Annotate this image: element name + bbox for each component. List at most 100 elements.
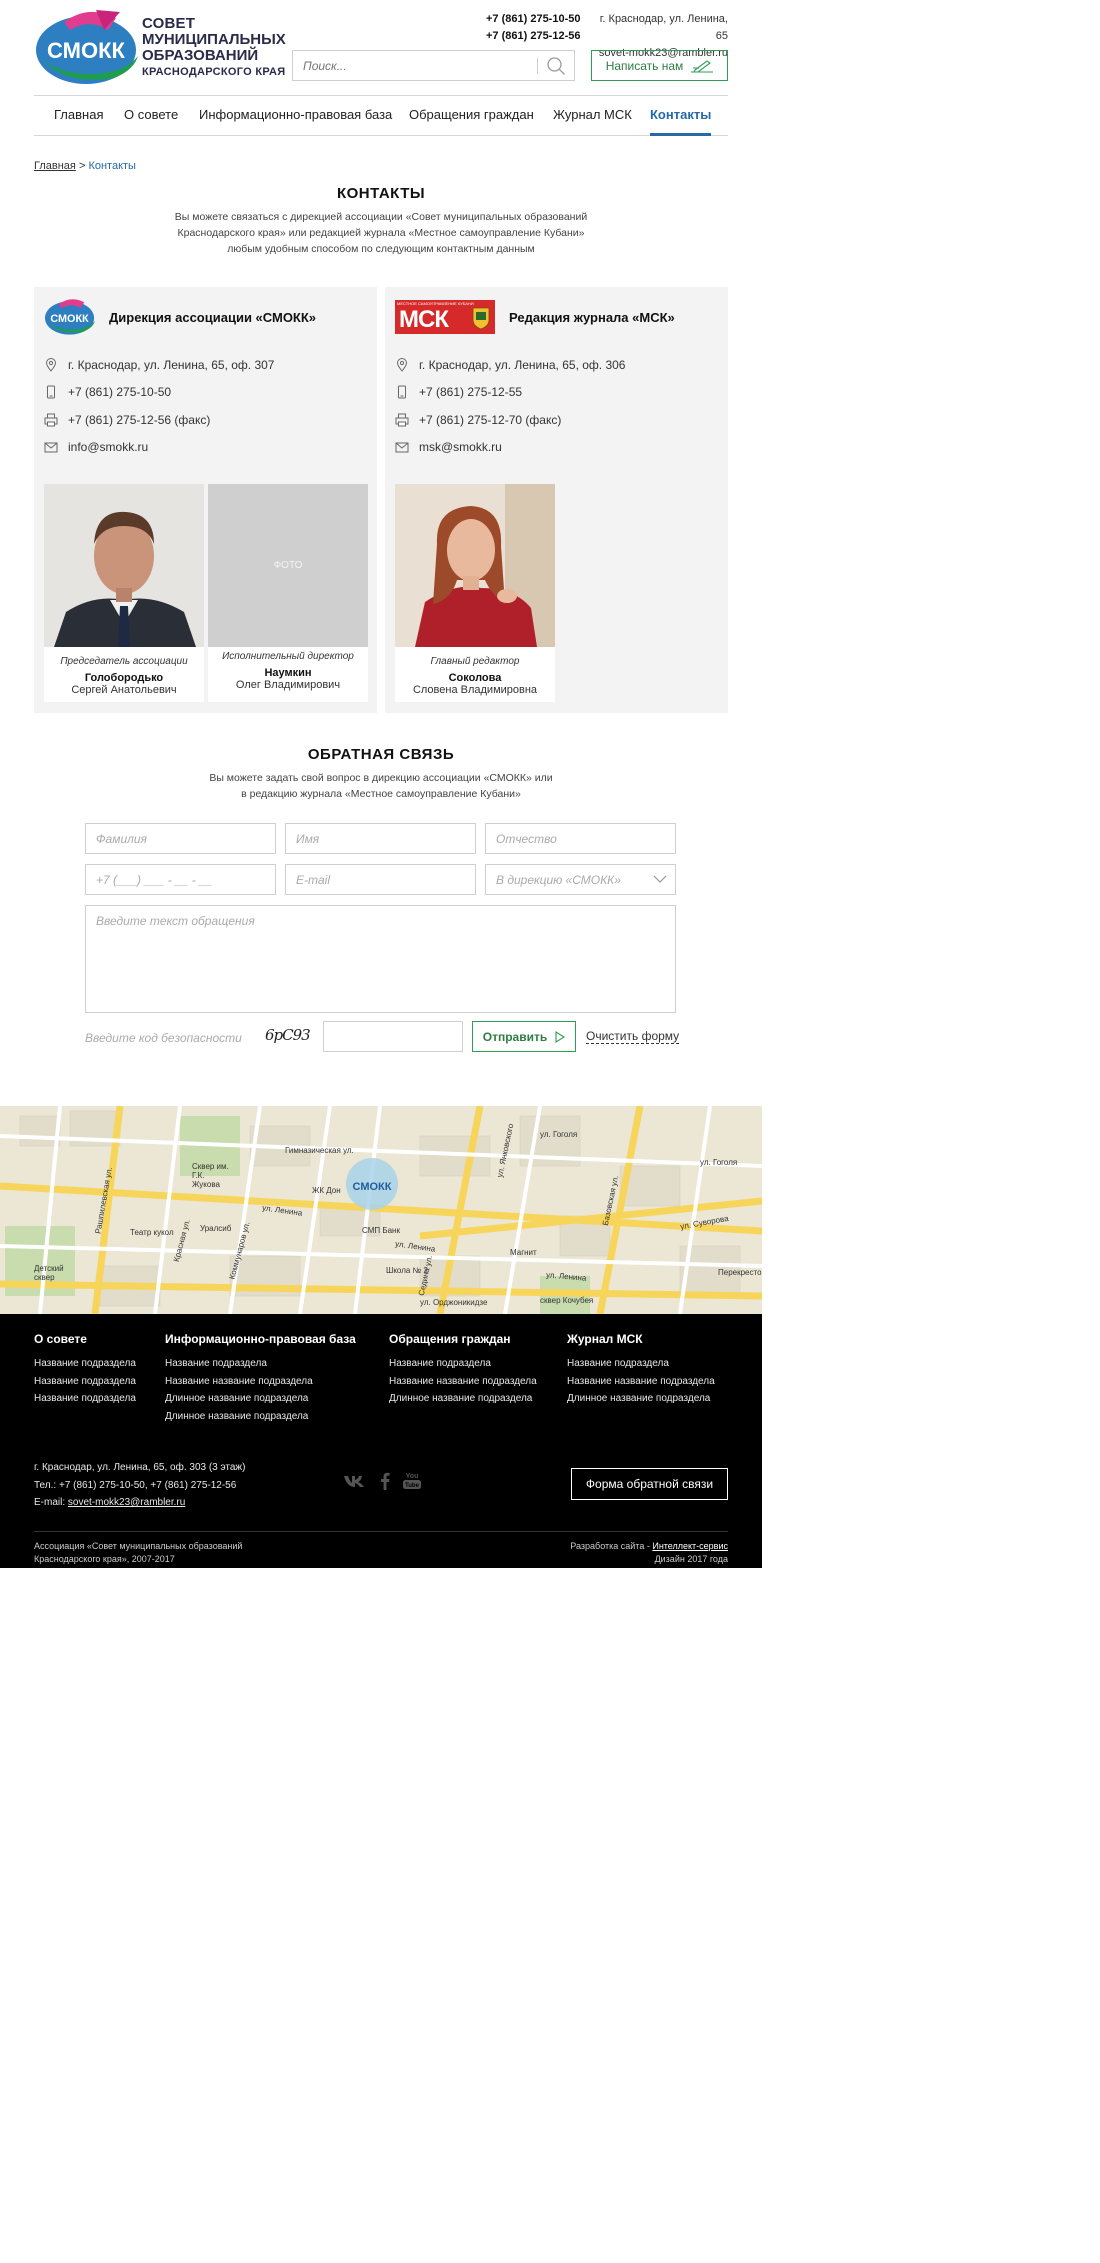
footer-link[interactable]: Название подраздела <box>165 1355 356 1373</box>
footer-link[interactable]: Длинное название подраздела <box>567 1390 715 1408</box>
logo-line-2: МУНИЦИПАЛЬНЫХ <box>142 31 286 48</box>
editor-first-name: Словена Владимировна <box>412 684 538 696</box>
footer-email-link[interactable]: sovet-mokk23@rambler.ru <box>68 1497 185 1508</box>
msk-phone[interactable]: +7 (861) 275-12-55 <box>419 385 522 399</box>
footer-link[interactable]: Название название подраздела <box>567 1373 715 1391</box>
map-label: Уралсиб <box>200 1224 232 1233</box>
captcha-input[interactable] <box>323 1021 463 1052</box>
msk-fax-row: +7 (861) 275-12-70 (факс) <box>395 413 561 427</box>
contacts-intro-2: Краснодарского края» или редакцией журна… <box>177 227 585 239</box>
fax-icon <box>44 413 58 427</box>
nav-item-about[interactable]: О совете <box>124 107 178 122</box>
footer-col-appeals: Обращения граждан Название подраздела На… <box>389 1332 537 1408</box>
youtube-icon[interactable]: You Tube <box>402 1470 422 1490</box>
chairman-first-name: Сергей Анатольевич <box>71 684 177 696</box>
msk-address: г. Краснодар, ул. Ленина, 65, оф. 306 <box>419 358 626 372</box>
map-label: Детский сквер <box>34 1264 64 1282</box>
footer-email-row: E-mail: sovet-mokk23@rambler.ru <box>34 1494 245 1512</box>
smokk-address-row: г. Краснодар, ул. Ленина, 65, оф. 307 <box>44 358 274 372</box>
logo-line-1: СОВЕТ <box>142 15 196 32</box>
search-divider <box>537 58 538 74</box>
recipient-select[interactable]: В дирекцию «СМОКК» <box>485 864 676 895</box>
footer-link[interactable]: Название подраздела <box>567 1355 715 1373</box>
first-name-field[interactable]: Имя <box>285 823 476 854</box>
header-address: г. Краснодар, ул. Ленина, 65 <box>599 13 728 42</box>
map-label: Перекресток <box>718 1268 762 1277</box>
footer-heading[interactable]: Информационно-правовая база <box>165 1332 356 1346</box>
nav-item-legal-base[interactable]: Информационно-правовая база <box>199 107 392 122</box>
phone-field[interactable]: +7 (___) ___ - __ - __ <box>85 864 276 895</box>
smokk-address: г. Краснодар, ул. Ленина, 65, оф. 307 <box>68 358 275 372</box>
card-smokk-title: Дирекция ассоциации «СМОКК» <box>109 309 317 325</box>
contacts-intro-3: любым удобным способом по следующим конт… <box>227 243 535 255</box>
map-label: ул. Орджоникидзе <box>420 1298 488 1307</box>
footer-link[interactable]: Название название подраздела <box>165 1373 356 1391</box>
main-nav: Главная О совете Информационно-правовая … <box>34 95 728 136</box>
facebook-icon[interactable] <box>380 1472 390 1490</box>
footer-link[interactable]: Название подраздела <box>389 1355 537 1373</box>
nav-item-appeals[interactable]: Обращения граждан <box>409 107 534 122</box>
nav-item-contacts[interactable]: Контакты <box>650 107 712 136</box>
last-name-field[interactable]: Фамилия <box>85 823 276 854</box>
search-icon[interactable] <box>546 56 566 76</box>
email-field[interactable]: E-mail <box>285 864 476 895</box>
footer-heading[interactable]: Обращения граждан <box>389 1332 537 1346</box>
smokk-phone[interactable]: +7 (861) 275-10-50 <box>68 385 171 399</box>
send-button[interactable]: Отправить <box>472 1021 576 1052</box>
footer-link[interactable]: Длинное название подраздела <box>165 1390 356 1408</box>
card-msk-header: МЕСТНОЕ САМОУПРАВЛЕНИЕ КУБАНИ МСК Редакц… <box>395 297 675 337</box>
smokk-logo[interactable]: СМОКК <box>34 8 144 88</box>
footer-heading[interactable]: Журнал МСК <box>567 1332 715 1346</box>
footer-link[interactable]: Название подраздела <box>34 1390 136 1408</box>
message-textarea[interactable]: Введите текст обращения <box>85 905 676 1013</box>
clear-form-link[interactable]: Очистить форму <box>586 1029 680 1044</box>
footer-heading[interactable]: О совете <box>34 1332 136 1346</box>
play-arrow-icon <box>555 1030 566 1043</box>
mobile-phone-icon <box>47 385 55 399</box>
header-phone-1[interactable]: +7 (861) 275-10-50 <box>486 11 580 28</box>
search-input[interactable] <box>293 51 533 80</box>
smokk-email[interactable]: info@smokk.ru <box>68 440 148 454</box>
footer-link[interactable]: Длинное название подраздела <box>165 1408 356 1426</box>
header-phone-2[interactable]: +7 (861) 275-12-56 <box>486 28 580 45</box>
footer-developer: Разработка сайта - Интеллект-сервис Диза… <box>570 1540 728 1566</box>
editor-role: Главный редактор <box>430 656 520 667</box>
chairman-role: Председатель ассоциации <box>60 656 188 667</box>
patronymic-field[interactable]: Отчество <box>485 823 676 854</box>
design-year: Дизайн 2017 года <box>654 1554 728 1564</box>
write-us-button[interactable]: Написать нам <box>591 50 728 81</box>
msk-email[interactable]: msk@smokk.ru <box>419 440 502 454</box>
search-box <box>292 50 575 81</box>
vk-icon[interactable] <box>343 1474 365 1488</box>
captcha-image: 6рС93 <box>265 1026 311 1044</box>
footer-link[interactable]: Название подраздела <box>34 1355 136 1373</box>
nav-item-home[interactable]: Главная <box>54 107 103 122</box>
developer-link[interactable]: Интеллект-сервис <box>652 1541 728 1551</box>
person-card-chairman: Председатель ассоциации Голобородько Сер… <box>44 484 204 702</box>
msk-fax: +7 (861) 275-12-70 (факс) <box>419 413 562 427</box>
svg-text:You: You <box>406 1473 419 1480</box>
footer-link[interactable]: Длинное название подраздела <box>389 1390 537 1408</box>
map-label: Сквер им. Г.К. Жукова <box>192 1162 229 1189</box>
map-marker-label: СМОКК <box>353 1181 392 1193</box>
footer-copyright: Ассоциация «Совет муниципальных образова… <box>34 1540 242 1566</box>
coat-of-arms-icon <box>472 307 490 330</box>
captcha-label: Введите код безопасности <box>85 1031 242 1045</box>
footer-col-about: О совете Название подраздела Название по… <box>34 1332 136 1408</box>
mobile-phone-icon <box>398 385 406 399</box>
footer-link[interactable]: Название название подраздела <box>389 1373 537 1391</box>
msk-phone-row: +7 (861) 275-12-55 <box>395 385 522 399</box>
map-label: ул. Гоголя <box>540 1130 578 1139</box>
editor-photo <box>395 484 555 647</box>
location-map[interactable]: СМОКК Гимназическая ул. ул. Гоголя ул. Г… <box>0 1106 762 1314</box>
msk-logo-big: МСК <box>399 306 449 333</box>
nav-item-journal[interactable]: Журнал МСК <box>553 107 632 122</box>
map-label: Гимназическая ул. <box>285 1146 354 1155</box>
person-card-editor: Главный редактор Соколова Словена Владим… <box>395 484 555 702</box>
page-title: КОНТАКТЫ <box>336 185 426 202</box>
map-label: ул. Гоголя <box>700 1158 738 1167</box>
feedback-form-button[interactable]: Форма обратной связи <box>571 1468 728 1500</box>
map-label: ЖК Дон <box>312 1186 341 1195</box>
breadcrumb-home[interactable]: Главная <box>34 160 76 172</box>
footer-link[interactable]: Название подраздела <box>34 1373 136 1391</box>
